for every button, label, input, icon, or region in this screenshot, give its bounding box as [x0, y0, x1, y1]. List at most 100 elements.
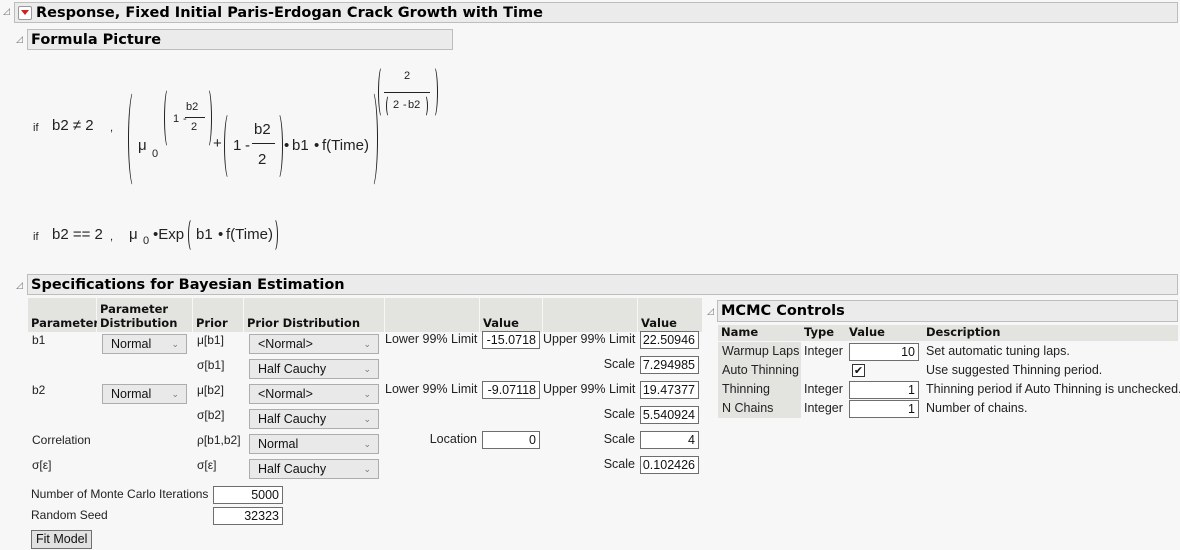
formula-b2: b2: [186, 101, 199, 113]
formula-dot: •: [218, 226, 224, 243]
formula-two: 2: [258, 151, 267, 168]
col-header-blank: [385, 298, 479, 332]
exp-right-paren: [204, 88, 212, 148]
power-numerator: 2: [404, 70, 411, 82]
mu-subscript: 0: [152, 148, 159, 160]
mid-right-paren: [273, 112, 283, 180]
lower-limit-input[interactable]: -15.0718: [482, 331, 540, 349]
monte-carlo-label: Number of Monte Carlo Iterations: [31, 487, 209, 501]
formula-dot: •: [314, 137, 320, 154]
fraction-bar: [252, 143, 275, 144]
formula-f-time: f(Time): [322, 137, 369, 154]
prior-distribution-select[interactable]: <Normal> ⌄: [249, 384, 379, 404]
formula-one: 1: [233, 137, 242, 154]
exp-right-paren: [270, 218, 278, 252]
prior-distribution-select[interactable]: Half Cauchy ⌄: [249, 409, 379, 429]
power-right-paren: [430, 66, 438, 118]
formula-picture-header: Formula Picture: [27, 29, 453, 50]
chevron-down-icon: ⌄: [363, 464, 371, 474]
scale-label: Scale: [603, 457, 635, 471]
chevron-down-icon: ⌄: [171, 339, 179, 349]
mcmc-col-description: Description: [923, 325, 1178, 341]
mcmc-col-value: Value: [846, 325, 923, 341]
prior-distribution-select[interactable]: Half Cauchy ⌄: [249, 459, 379, 479]
mcmc-col-name: Name: [718, 325, 801, 341]
mcmc-title: MCMC Controls: [721, 303, 845, 319]
col-header-value-1: Value: [480, 298, 542, 332]
parameter-name: σ[ε]: [32, 458, 52, 472]
formula-if-2: if: [33, 231, 39, 243]
col-header-parameter: Parameter: [28, 298, 99, 332]
mu-symbol: μ: [138, 137, 147, 154]
scale-label: Scale: [603, 357, 635, 371]
chevron-down-icon: ⌄: [363, 364, 371, 374]
formula-picture-title: Formula Picture: [31, 31, 162, 48]
upper-limit-label: Upper 99% Limit: [543, 332, 636, 346]
thinning-input[interactable]: 1: [849, 381, 919, 399]
scale-label: Scale: [603, 432, 635, 446]
prior-distribution-select[interactable]: <Normal> ⌄: [249, 334, 379, 354]
formula-if-1: if: [33, 122, 39, 134]
exp-left-paren: [164, 88, 172, 148]
monte-carlo-input[interactable]: 5000: [213, 486, 283, 504]
power-den-b: b2: [408, 99, 421, 111]
prior-distribution-select[interactable]: Half Cauchy ⌄: [249, 359, 379, 379]
formula-dot: •: [284, 137, 290, 154]
scale-input[interactable]: 4: [640, 431, 699, 449]
fraction-bar: [185, 117, 205, 118]
chevron-down-icon: ⌄: [363, 339, 371, 349]
disclosure-triangle-icon[interactable]: ◿: [707, 307, 717, 317]
disclosure-triangle-icon[interactable]: ◿: [16, 281, 26, 291]
chevron-down-icon: ⌄: [171, 389, 179, 399]
mu-symbol: μ: [129, 226, 138, 243]
chevron-down-icon: ⌄: [363, 439, 371, 449]
random-seed-label: Random Seed: [31, 508, 108, 522]
location-label: Location: [429, 432, 477, 446]
formula-two: 2: [191, 121, 198, 133]
disclosure-triangle-icon[interactable]: ◿: [16, 35, 26, 45]
formula-minus: -: [245, 137, 250, 154]
location-input[interactable]: 0: [482, 431, 540, 449]
col-header-parameter-distribution: Parameter Distribution: [97, 298, 192, 332]
disclosure-triangle-icon[interactable]: ◿: [3, 7, 13, 17]
prior-name: σ[ε]: [197, 458, 217, 472]
parameter-distribution-select[interactable]: Normal ⌄: [102, 384, 187, 404]
n-chains-input[interactable]: 1: [849, 400, 919, 418]
mcmc-header: MCMC Controls: [717, 300, 1178, 322]
scale-label: Scale: [603, 407, 635, 421]
mcmc-row-name: N Chains: [718, 399, 801, 418]
mcmc-col-type: Type: [801, 325, 846, 341]
prior-name: σ[b2]: [197, 408, 225, 422]
upper-limit-label: Upper 99% Limit: [543, 382, 636, 396]
mcmc-row-type: Integer: [804, 382, 843, 396]
scale-input[interactable]: 5.540924: [640, 406, 699, 424]
col-header-prior: Prior: [193, 298, 243, 332]
formula-minus: -: [403, 99, 407, 111]
fraction-bar: [384, 92, 430, 93]
big-right-paren: [366, 90, 378, 188]
mcmc-row-type: Integer: [804, 344, 843, 358]
lower-limit-input[interactable]: -9.07118: [482, 381, 540, 399]
auto-thinning-checkbox[interactable]: ✔: [852, 364, 865, 377]
random-seed-input[interactable]: 32323: [213, 507, 283, 525]
col-header-prior-distribution: Prior Distribution: [244, 298, 384, 332]
warmup-laps-input[interactable]: 10: [849, 343, 919, 361]
parameter-name: b2: [32, 383, 46, 397]
upper-limit-input[interactable]: 22.50946: [640, 331, 699, 349]
upper-limit-input[interactable]: 19.47377: [640, 381, 699, 399]
scale-input[interactable]: 7.294985: [640, 356, 699, 374]
specifications-title: Specifications for Bayesian Estimation: [31, 276, 345, 293]
formula-exp: •Exp: [153, 226, 185, 243]
prior-name: μ[b1]: [197, 333, 224, 347]
formula-f-time: f(Time): [226, 226, 273, 243]
formula-one: 1: [173, 113, 180, 125]
red-triangle-menu-icon[interactable]: [18, 5, 32, 20]
mcmc-row-name: Warmup Laps: [718, 342, 801, 361]
scale-input[interactable]: 0.102426: [640, 456, 699, 474]
prior-name: σ[b1]: [197, 358, 225, 372]
mcmc-row-description: Thinning period if Auto Thinning is unch…: [926, 382, 1180, 396]
parameter-name: Correlation: [32, 433, 91, 447]
parameter-distribution-select[interactable]: Normal ⌄: [102, 334, 187, 354]
prior-distribution-select[interactable]: Normal ⌄: [249, 434, 379, 454]
fit-model-button[interactable]: Fit Model: [31, 530, 93, 549]
